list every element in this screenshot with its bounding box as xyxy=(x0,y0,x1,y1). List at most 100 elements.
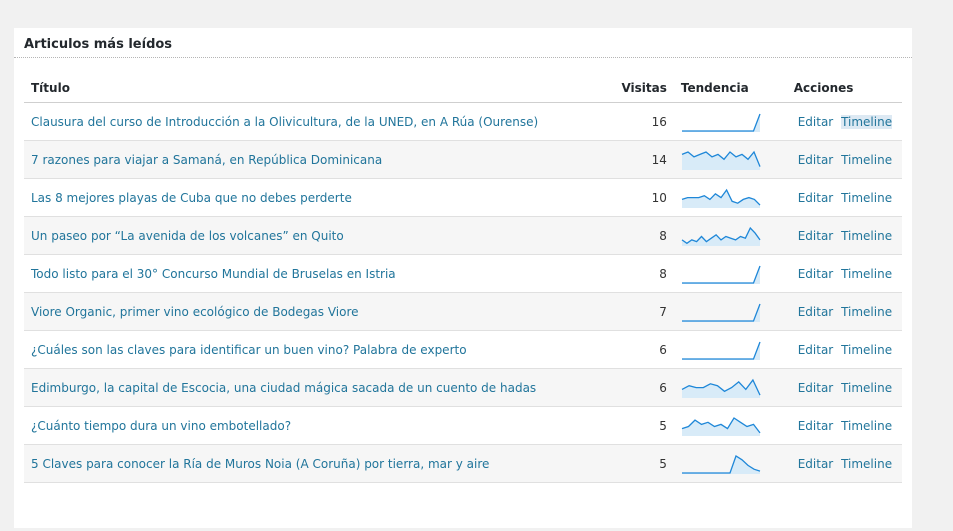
trend-cell xyxy=(680,178,794,217)
table-row: Todo listo para el 30° Concurso Mundial … xyxy=(24,254,902,293)
table-row: Un paseo por “La avenida de los volcanes… xyxy=(24,216,902,255)
actions-cell: Editar Timeline xyxy=(793,140,902,179)
visit-count: 7 xyxy=(562,292,681,331)
visit-count: 5 xyxy=(562,444,681,483)
edit-link[interactable]: Editar xyxy=(798,381,834,395)
post-title-link[interactable]: 5 Claves para conocer la Ría de Muros No… xyxy=(31,457,489,471)
visit-count: 10 xyxy=(562,178,681,217)
trend-cell xyxy=(680,330,794,369)
actions-cell: Editar Timeline xyxy=(793,444,902,483)
table-row: Viore Organic, primer vino ecológico de … xyxy=(24,292,902,331)
trend-area xyxy=(681,341,760,360)
actions-cell: Editar Timeline xyxy=(793,292,902,331)
table-row: ¿Cuáles son las claves para identificar … xyxy=(24,330,902,369)
trend-cell xyxy=(680,216,794,255)
trend-sparkline xyxy=(681,416,761,436)
edit-link[interactable]: Editar xyxy=(798,343,834,357)
edit-link[interactable]: Editar xyxy=(798,305,834,319)
post-title-link[interactable]: Un paseo por “La avenida de los volcanes… xyxy=(31,229,344,243)
trend-area xyxy=(681,189,760,208)
post-title-cell: Las 8 mejores playas de Cuba que no debe… xyxy=(24,178,563,217)
widget-title: Articulos más leídos xyxy=(24,37,173,52)
edit-link[interactable]: Editar xyxy=(798,115,834,129)
post-title-link[interactable]: Edimburgo, la capital de Escocia, una ci… xyxy=(31,381,536,395)
actions-cell: Editar Timeline xyxy=(793,406,902,445)
column-header-title: Título xyxy=(24,74,563,103)
post-title-link[interactable]: Todo listo para el 30° Concurso Mundial … xyxy=(31,267,396,281)
edit-link[interactable]: Editar xyxy=(798,229,834,243)
actions-cell: Editar Timeline xyxy=(793,102,902,141)
timeline-link[interactable]: Timeline xyxy=(841,229,892,243)
edit-link[interactable]: Editar xyxy=(798,419,834,433)
visit-count: 8 xyxy=(562,254,681,293)
trend-cell xyxy=(680,292,794,331)
post-title-cell: Edimburgo, la capital de Escocia, una ci… xyxy=(24,368,563,407)
timeline-link[interactable]: Timeline xyxy=(841,343,892,357)
table-row: Clausura del curso de Introducción a la … xyxy=(24,102,902,141)
trend-sparkline xyxy=(681,378,761,398)
edit-link[interactable]: Editar xyxy=(798,153,834,167)
most-read-table: Título Visitas Tendencia Acciones Clausu… xyxy=(24,74,902,483)
trend-area xyxy=(681,113,760,132)
table-row: 5 Claves para conocer la Ría de Muros No… xyxy=(24,444,902,483)
post-title-cell: Todo listo para el 30° Concurso Mundial … xyxy=(24,254,563,293)
trend-sparkline xyxy=(681,265,761,284)
trend-cell xyxy=(680,406,794,445)
visit-count: 8 xyxy=(562,216,681,255)
trend-line xyxy=(681,303,761,322)
visit-count: 6 xyxy=(562,368,681,407)
post-title-link[interactable]: 7 razones para viajar a Samaná, en Repúb… xyxy=(31,153,382,167)
column-header-actions: Acciones xyxy=(793,74,902,103)
post-title-link[interactable]: Las 8 mejores playas de Cuba que no debe… xyxy=(31,191,352,205)
timeline-link[interactable]: Timeline xyxy=(841,305,892,319)
edit-link[interactable]: Editar xyxy=(798,191,834,205)
trend-sparkline xyxy=(681,454,761,474)
post-title-cell: Viore Organic, primer vino ecológico de … xyxy=(24,292,563,331)
post-title-cell: 5 Claves para conocer la Ría de Muros No… xyxy=(24,444,563,483)
trend-area xyxy=(681,303,760,322)
post-title-cell: ¿Cuáles son las claves para identificar … xyxy=(24,330,563,369)
timeline-link[interactable]: Timeline xyxy=(841,114,893,129)
post-title-link[interactable]: Clausura del curso de Introducción a la … xyxy=(31,115,538,129)
actions-cell: Editar Timeline xyxy=(793,216,902,255)
table-row: Edimburgo, la capital de Escocia, una ci… xyxy=(24,368,902,407)
timeline-link[interactable]: Timeline xyxy=(841,191,892,205)
trend-cell xyxy=(680,254,794,293)
post-title-cell: Clausura del curso de Introducción a la … xyxy=(24,102,563,141)
post-title-link[interactable]: ¿Cuánto tiempo dura un vino embotellado? xyxy=(31,419,291,433)
post-title-cell: ¿Cuánto tiempo dura un vino embotellado? xyxy=(24,406,563,445)
trend-area xyxy=(681,151,760,170)
actions-cell: Editar Timeline xyxy=(793,178,902,217)
visit-count: 16 xyxy=(562,102,681,141)
visit-count: 5 xyxy=(562,406,681,445)
timeline-link[interactable]: Timeline xyxy=(841,153,892,167)
column-header-trend: Tendencia xyxy=(680,74,794,103)
post-title-cell: 7 razones para viajar a Samaná, en Repúb… xyxy=(24,140,563,179)
title-divider xyxy=(14,57,912,58)
trend-sparkline xyxy=(681,341,761,360)
timeline-link[interactable]: Timeline xyxy=(841,381,892,395)
table-row: ¿Cuánto tiempo dura un vino embotellado?… xyxy=(24,406,902,445)
post-title-link[interactable]: Viore Organic, primer vino ecológico de … xyxy=(31,305,359,319)
edit-link[interactable]: Editar xyxy=(798,457,834,471)
trend-line xyxy=(681,265,761,284)
trend-cell xyxy=(680,368,794,407)
actions-cell: Editar Timeline xyxy=(793,368,902,407)
visit-count: 14 xyxy=(562,140,681,179)
column-header-visits: Visitas xyxy=(562,74,681,103)
table-header-row: Título Visitas Tendencia Acciones xyxy=(24,74,902,103)
visit-count: 6 xyxy=(562,330,681,369)
trend-line xyxy=(681,113,761,132)
edit-link[interactable]: Editar xyxy=(798,267,834,281)
post-title-cell: Un paseo por “La avenida de los volcanes… xyxy=(24,216,563,255)
timeline-link[interactable]: Timeline xyxy=(841,457,892,471)
trend-line xyxy=(681,341,761,360)
timeline-link[interactable]: Timeline xyxy=(841,267,892,281)
most-read-widget: Articulos más leídos Título Visitas Tend… xyxy=(14,28,912,528)
table-row: 7 razones para viajar a Samaná, en Repúb… xyxy=(24,140,902,179)
post-title-link[interactable]: ¿Cuáles son las claves para identificar … xyxy=(31,343,467,357)
table-body: Clausura del curso de Introducción a la … xyxy=(24,102,902,483)
actions-cell: Editar Timeline xyxy=(793,330,902,369)
timeline-link[interactable]: Timeline xyxy=(841,419,892,433)
trend-cell xyxy=(680,102,794,141)
